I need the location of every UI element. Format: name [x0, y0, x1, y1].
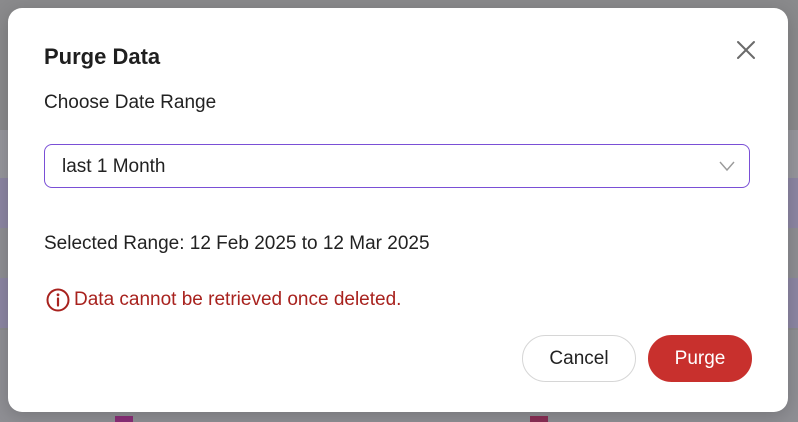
date-range-label: Choose Date Range — [44, 92, 217, 113]
selected-range-text: Selected Range: 12 Feb 2025 to 12 Mar 20… — [44, 233, 430, 254]
chevron-down-icon — [719, 161, 735, 172]
warning-text: Data cannot be retrieved once deleted. — [74, 289, 402, 310]
close-button[interactable] — [734, 38, 758, 62]
purge-data-dialog: Purge Data Choose Date Range last 1 Mont… — [8, 8, 788, 412]
date-range-select[interactable]: last 1 Month — [44, 144, 750, 188]
date-range-selected-value: last 1 Month — [62, 156, 166, 177]
background-marker — [530, 416, 548, 422]
info-circle-icon — [46, 288, 70, 312]
close-icon — [737, 41, 755, 59]
dialog-title: Purge Data — [44, 44, 161, 69]
cancel-button[interactable]: Cancel — [522, 335, 636, 382]
purge-button[interactable]: Purge — [648, 335, 752, 382]
background-marker — [115, 416, 133, 422]
warning-message: Data cannot be retrieved once deleted. — [46, 288, 401, 312]
